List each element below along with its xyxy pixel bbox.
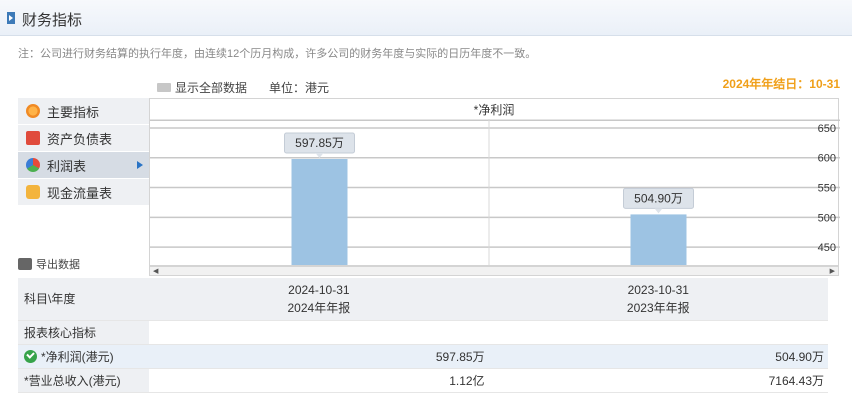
pie-chart-icon bbox=[26, 158, 40, 172]
header-report: 2024年年报 bbox=[287, 300, 351, 315]
table-cell: 1.12亿 bbox=[149, 368, 489, 393]
bar bbox=[630, 214, 687, 265]
export-label: 导出数据 bbox=[36, 259, 80, 271]
data-label: 504.90万 bbox=[634, 191, 683, 205]
chart-scrollbar[interactable]: ◀ ▶ bbox=[149, 266, 839, 276]
header-date: 2024-10-31 bbox=[288, 282, 350, 297]
sun-icon bbox=[26, 104, 40, 118]
y-tick-label: 650 bbox=[818, 123, 836, 135]
row-label: *营业总收入(港元) bbox=[18, 368, 150, 393]
table-cell bbox=[488, 320, 828, 345]
table-row[interactable]: *营业总收入(港元) 1.12亿 7164.43万 bbox=[18, 368, 828, 393]
row-label-text: *净利润(港元) bbox=[41, 349, 114, 364]
sidebar-item-label: 主要指标 bbox=[47, 104, 100, 120]
sidebar-item-cash-flow[interactable]: 现金流量表 bbox=[18, 179, 149, 206]
show-all-data-button[interactable]: 显示全部数据 bbox=[157, 79, 247, 96]
scroll-left-icon[interactable]: ◀ bbox=[153, 267, 158, 275]
financial-table: 科目\年度 2024-10-31 2024年年报 2023-10-31 2023… bbox=[18, 278, 828, 393]
sidebar-item-income-statement[interactable]: 利润表 bbox=[18, 152, 149, 179]
fiscal-year-end: 2024年年结日：10-31 bbox=[722, 77, 840, 91]
sidebar: 主要指标 资产负债表 利润表 现金流量表 bbox=[18, 98, 149, 206]
export-data-button[interactable]: 导出数据 bbox=[18, 256, 80, 272]
y-tick-label: 600 bbox=[818, 153, 836, 165]
title-arrow-icon bbox=[7, 12, 15, 24]
data-label: 597.85万 bbox=[295, 136, 344, 150]
unit-label: 单位：港元 bbox=[269, 81, 330, 95]
chart-canvas: 450 500 550 600 650 597.85万 504.90万 bbox=[150, 119, 840, 265]
table-cell: 504.90万 bbox=[488, 344, 828, 369]
header-col-2024: 2024-10-31 2024年年报 bbox=[149, 278, 489, 321]
scroll-right-icon[interactable]: ▶ bbox=[830, 267, 835, 275]
header-col-2023: 2023-10-31 2023年年报 bbox=[488, 278, 828, 321]
coins-icon bbox=[26, 185, 40, 199]
table-section-row: 报表核心指标 bbox=[18, 320, 828, 345]
check-icon bbox=[24, 349, 37, 363]
table-row[interactable]: *净利润(港元) 597.85万 504.90万 bbox=[18, 344, 828, 369]
y-tick-label: 500 bbox=[818, 212, 836, 224]
table-cell: 597.85万 bbox=[149, 344, 489, 369]
footnote: 注：公司进行财务结算的执行年度，由连续12个历月构成，许多公司的财务年度与实际的… bbox=[18, 48, 537, 60]
header-date: 2023-10-31 bbox=[627, 282, 689, 297]
sidebar-item-balance-sheet[interactable]: 资产负债表 bbox=[18, 125, 149, 152]
show-all-label: 显示全部数据 bbox=[175, 81, 248, 95]
active-arrow-icon bbox=[137, 161, 143, 169]
sidebar-item-label: 现金流量表 bbox=[47, 185, 113, 201]
document-icon bbox=[26, 131, 40, 145]
row-label: *净利润(港元) bbox=[18, 344, 150, 369]
chart-title: *净利润 bbox=[473, 103, 515, 117]
table-cell: 7164.43万 bbox=[488, 368, 828, 393]
y-tick-label: 450 bbox=[818, 242, 836, 254]
header-report: 2023年年报 bbox=[626, 300, 690, 315]
sidebar-item-label: 利润表 bbox=[47, 158, 87, 174]
sidebar-item-label: 资产负债表 bbox=[47, 131, 113, 147]
header-label: 科目\年度 bbox=[18, 278, 150, 321]
bar bbox=[291, 159, 348, 265]
y-tick-label: 550 bbox=[818, 183, 836, 195]
comment-icon bbox=[157, 83, 171, 92]
table-header-row: 科目\年度 2024-10-31 2024年年报 2023-10-31 2023… bbox=[18, 278, 828, 321]
sidebar-item-main-indicators[interactable]: 主要指标 bbox=[18, 98, 149, 125]
page-title: 财务指标 bbox=[22, 12, 83, 29]
data-label-pointer bbox=[654, 208, 663, 214]
table-cell bbox=[149, 320, 489, 345]
net-profit-chart: 450 500 550 600 650 597.85万 504.90万 *净利润 bbox=[149, 98, 840, 266]
section-label: 报表核心指标 bbox=[18, 320, 150, 345]
export-icon bbox=[18, 258, 32, 270]
toolbar: 显示全部数据 单位：港元 bbox=[157, 79, 329, 96]
title-bar: 财务指标 bbox=[0, 0, 852, 36]
